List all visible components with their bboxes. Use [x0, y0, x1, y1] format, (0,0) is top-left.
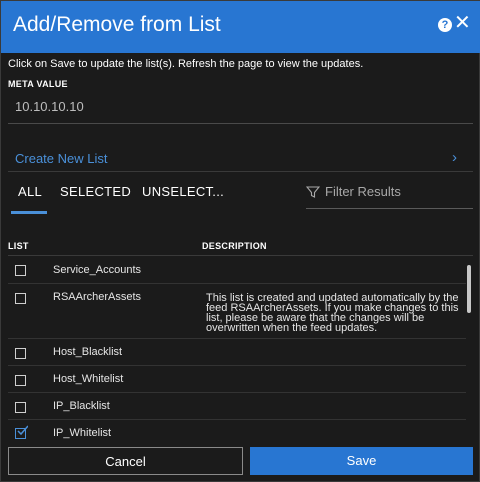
- close-icon[interactable]: ✕: [454, 12, 471, 34]
- column-header-list: LIST: [8, 241, 29, 251]
- create-new-list-link[interactable]: Create New List: [15, 151, 107, 166]
- list-name: Host_Whitelist: [53, 373, 124, 385]
- row-checkbox-checked[interactable]: [15, 425, 28, 439]
- list-name: Service_Accounts: [53, 264, 142, 276]
- dialog-titlebar: Add/Remove from List ? ✕: [1, 1, 480, 53]
- list-name: IP_Blacklist: [53, 400, 110, 412]
- list-description: This list is created and updated automat…: [206, 292, 459, 334]
- list-name: RSAArcherAssets: [53, 291, 142, 303]
- filter-icon: [306, 186, 320, 198]
- list-name: Host_Blacklist: [53, 346, 123, 358]
- filter-placeholder: Filter Results: [325, 184, 401, 199]
- meta-value-text: 10.10.10.10: [15, 99, 84, 114]
- list-row: IP_Whitelist: [8, 420, 466, 444]
- save-button[interactable]: Save: [250, 447, 473, 475]
- tab-unselected[interactable]: UNSELECT...: [142, 184, 224, 199]
- list-name: IP_Whitelist: [53, 427, 112, 439]
- chevron-right-icon[interactable]: ›: [452, 149, 457, 166]
- list-scrollbar[interactable]: [467, 265, 471, 313]
- tab-selected[interactable]: SELECTED: [60, 184, 131, 199]
- list-row: Host_Whitelist: [8, 366, 466, 393]
- divider: [8, 123, 473, 124]
- column-header-description: DESCRIPTION: [202, 241, 267, 251]
- list-row: RSAArcherAssets This list is created and…: [8, 284, 466, 339]
- list-row: Host_Blacklist: [8, 339, 466, 366]
- row-checkbox[interactable]: [15, 348, 26, 359]
- list-row: Service_Accounts: [8, 256, 466, 284]
- filter-results-input[interactable]: Filter Results: [306, 183, 473, 209]
- row-checkbox[interactable]: [15, 375, 26, 386]
- dialog-title: Add/Remove from List: [13, 13, 221, 36]
- row-checkbox[interactable]: [15, 402, 26, 413]
- cancel-button[interactable]: Cancel: [8, 447, 243, 475]
- row-checkbox[interactable]: [15, 293, 26, 304]
- checkmark-icon: [17, 425, 28, 436]
- list-row: IP_Blacklist: [8, 393, 466, 420]
- row-checkbox[interactable]: [15, 265, 26, 276]
- help-circle-icon[interactable]: ?: [438, 18, 452, 32]
- active-tab-indicator: [11, 211, 47, 214]
- add-remove-list-dialog: Add/Remove from List ? ✕ Click on Save t…: [0, 0, 480, 482]
- divider: [8, 171, 473, 172]
- tab-all[interactable]: ALL: [18, 184, 42, 199]
- instructions-text: Click on Save to update the list(s). Ref…: [8, 58, 364, 70]
- meta-value-label: META VALUE: [8, 79, 68, 89]
